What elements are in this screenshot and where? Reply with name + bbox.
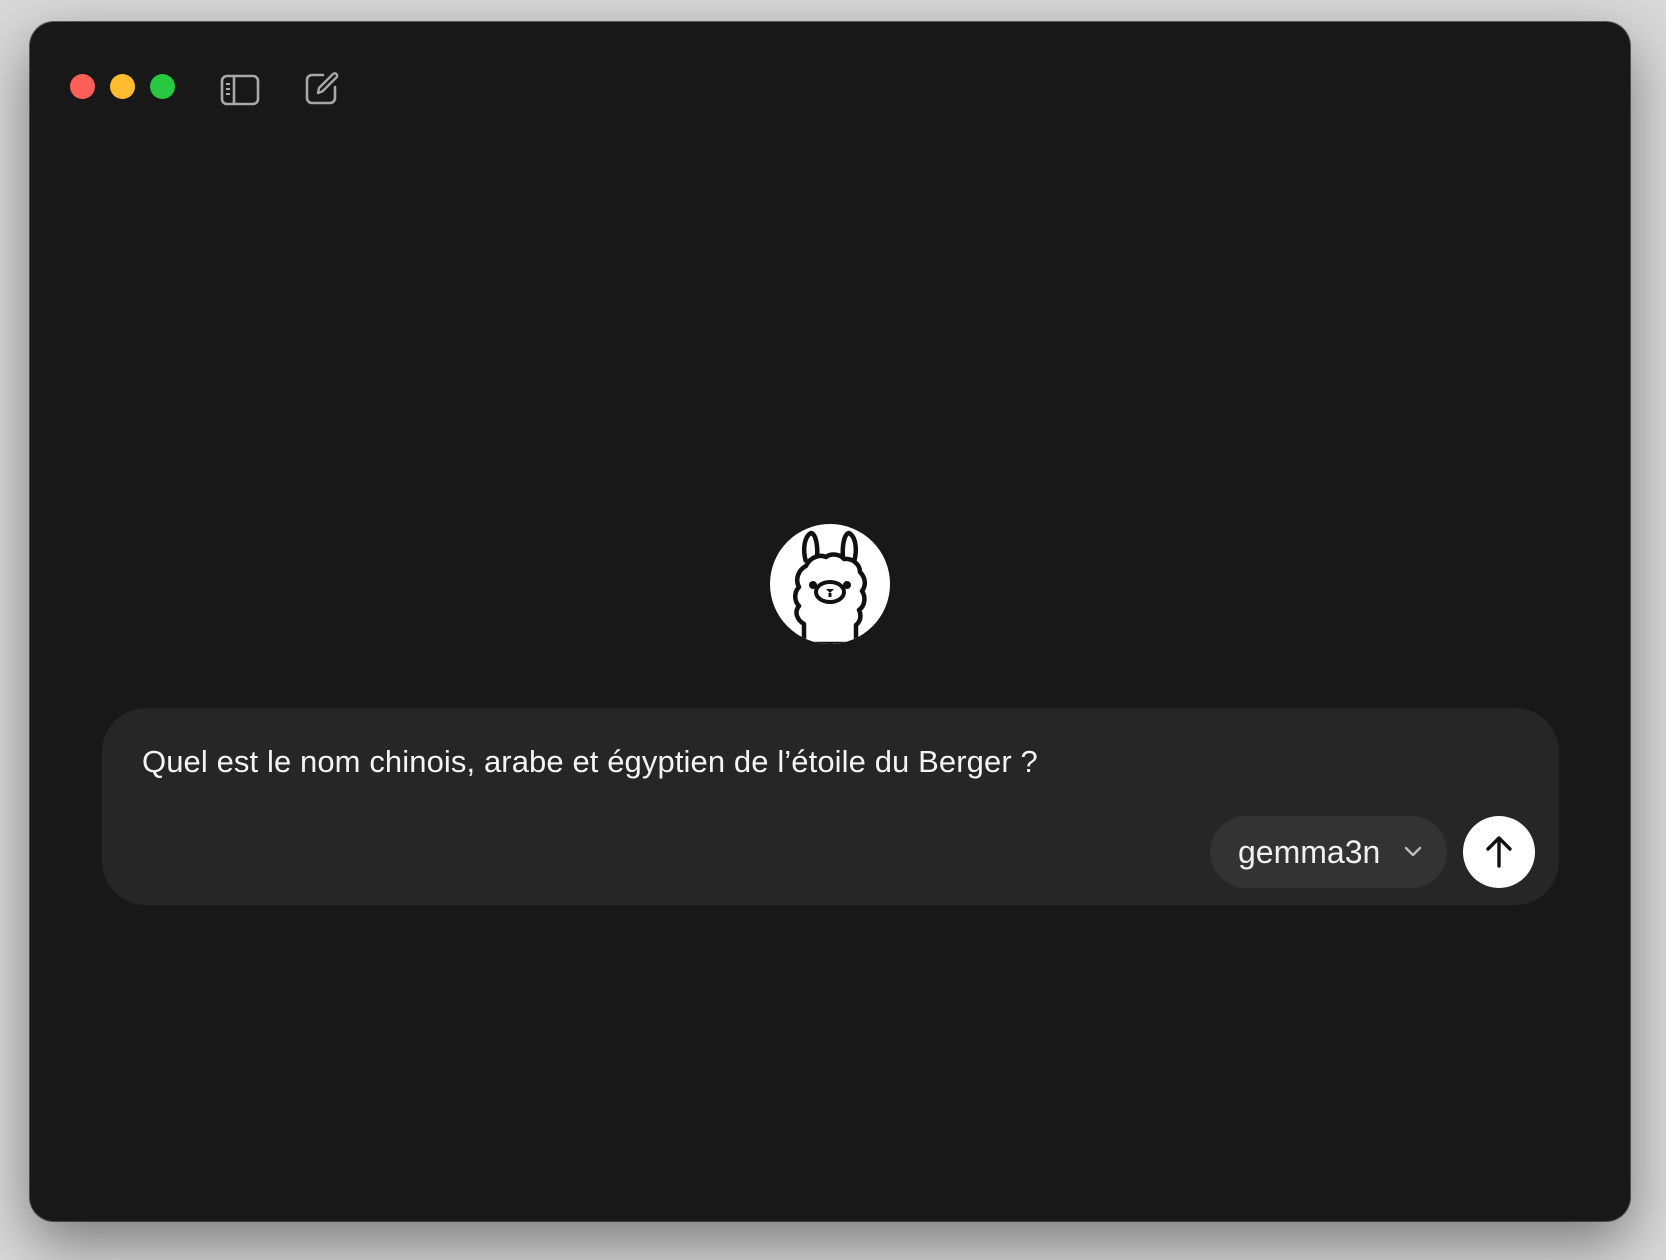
model-selector[interactable]: gemma3n — [1210, 816, 1447, 888]
minimize-window-button[interactable] — [110, 74, 135, 99]
sidebar-toggle-button[interactable] — [218, 72, 262, 108]
title-bar — [30, 22, 1630, 122]
app-window: Quel est le nom chinois, arabe et égypti… — [30, 22, 1630, 1221]
send-button[interactable] — [1463, 816, 1535, 888]
model-label: gemma3n — [1238, 833, 1381, 870]
llama-logo-icon — [793, 530, 867, 644]
message-composer: Quel est le nom chinois, arabe et égypti… — [102, 708, 1559, 905]
new-chat-button[interactable] — [300, 70, 344, 106]
arrow-up-icon — [1486, 836, 1512, 868]
maximize-window-button[interactable] — [150, 74, 175, 99]
close-window-button[interactable] — [70, 74, 95, 99]
llama-logo — [770, 524, 890, 644]
new-chat-icon — [305, 72, 339, 105]
chevron-down-icon — [1404, 846, 1422, 857]
sidebar-toggle-icon — [220, 74, 260, 106]
prompt-input[interactable]: Quel est le nom chinois, arabe et égypti… — [142, 744, 1038, 780]
